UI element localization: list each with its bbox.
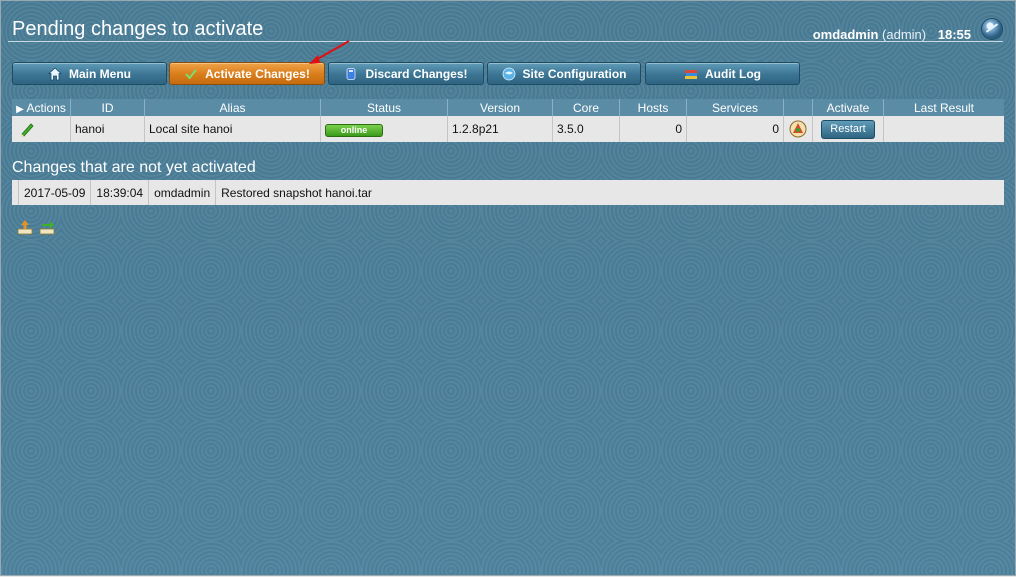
col-core: Core: [552, 99, 620, 116]
site-configuration-button[interactable]: Site Configuration: [487, 62, 641, 85]
activate-changes-button[interactable]: Activate Changes!: [169, 62, 325, 85]
username[interactable]: omdadmin: [813, 27, 879, 42]
change-text: Restored snapshot hanoi.tar: [215, 180, 1004, 205]
discard-changes-label: Discard Changes!: [365, 66, 468, 81]
col-activate: Activate: [812, 99, 884, 116]
edit-icon[interactable]: [19, 121, 35, 137]
site-core: 3.5.0: [552, 116, 620, 142]
site-last-result: [883, 116, 1004, 142]
upload-icon[interactable]: [17, 219, 33, 235]
site-alias: Local site hanoi: [144, 116, 321, 142]
main-menu-label: Main Menu: [69, 66, 131, 81]
header: Pending changes to activate omdadmin (ad…: [1, 1, 1015, 42]
sites-table: ▶ Actions ID Alias Status Version Core H…: [12, 99, 1004, 142]
col-alias: Alias: [144, 99, 321, 116]
change-date: 2017-05-09: [18, 180, 92, 205]
activate-cell: Restart: [812, 116, 884, 142]
activate-changes-label: Activate Changes!: [205, 66, 310, 81]
status-cell: online: [320, 116, 448, 142]
site-icon-cell: [783, 116, 813, 142]
col-status: Status: [320, 99, 448, 116]
expand-arrow-icon: ▶: [16, 103, 24, 115]
title-divider: [8, 41, 1003, 42]
discard-icon: [347, 67, 356, 80]
changes-title: Changes that are not yet activated: [12, 159, 256, 176]
site-id: hanoi: [70, 116, 145, 142]
user-info: omdadmin (admin) 18:55: [813, 27, 971, 42]
col-services: Services: [686, 99, 784, 116]
change-time: 18:39:04: [90, 180, 150, 205]
restart-button[interactable]: Restart: [821, 119, 875, 139]
site-config-icon: [502, 67, 515, 80]
main-menu-button[interactable]: Main Menu: [12, 62, 167, 85]
user-role: (admin): [882, 27, 927, 42]
col-id: ID: [70, 99, 145, 116]
col-actions[interactable]: ▶ Actions: [12, 99, 71, 116]
col-last-result: Last Result: [883, 99, 1004, 116]
site-status-icon[interactable]: [788, 119, 808, 139]
audit-log-icon: [685, 69, 697, 79]
site-configuration-label: Site Configuration: [522, 66, 627, 81]
table-row: 2017-05-09 18:39:04 omdadmin Restored sn…: [12, 180, 1004, 205]
transfer-icon[interactable]: [39, 219, 55, 235]
changes-table: 2017-05-09 18:39:04 omdadmin Restored sn…: [12, 180, 1004, 205]
home-icon: [48, 66, 62, 80]
site-hosts: 0: [619, 116, 687, 142]
col-hosts: Hosts: [619, 99, 687, 116]
checkmark-icon: [185, 68, 197, 80]
globe-icon[interactable]: [981, 18, 1003, 40]
change-user: omdadmin: [148, 180, 217, 205]
clock-time: 18:55: [937, 27, 971, 42]
col-version: Version: [447, 99, 553, 116]
main-frame: Pending changes to activate omdadmin (ad…: [0, 0, 1016, 576]
audit-log-label: Audit Log: [705, 66, 761, 81]
sites-header-row: ▶ Actions ID Alias Status Version Core H…: [12, 99, 1004, 116]
bottom-icons: [17, 219, 55, 235]
annotation-arrow: [309, 40, 350, 64]
col-icon: [783, 99, 813, 116]
status-badge: online: [325, 123, 383, 137]
site-version: 1.2.8p21: [447, 116, 553, 142]
audit-log-button[interactable]: Audit Log: [645, 62, 800, 85]
page-title: Pending changes to activate: [12, 18, 264, 40]
actions-cell: [12, 116, 71, 142]
table-row: hanoi Local site hanoi online 1.2.8p21 3…: [12, 116, 1004, 142]
site-services: 0: [686, 116, 784, 142]
col-actions-label: Actions: [26, 100, 66, 115]
